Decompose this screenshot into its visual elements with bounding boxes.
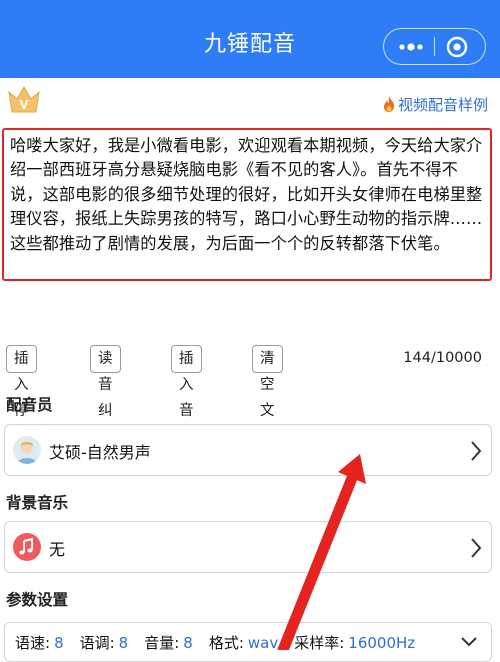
pronunciation-correct-button[interactable]: 读音纠正 [90, 345, 121, 445]
voice-selected-label: 艾硕-自然男声 [49, 443, 151, 462]
param-key: 语速: [15, 634, 51, 652]
music-selector[interactable]: 无 [4, 521, 492, 573]
more-icon[interactable] [393, 35, 429, 59]
param-key: 采样率: [294, 634, 345, 652]
char-counter: 144/10000 [403, 350, 482, 366]
music-note-icon [13, 533, 41, 561]
param-value: 8 [54, 634, 64, 652]
vip-crown-icon[interactable]: V [6, 82, 42, 116]
voice-section-title: 配音员 [6, 396, 53, 414]
music-section-title: 背景音乐 [6, 494, 69, 512]
clear-text-button[interactable]: 清空文本 [252, 345, 283, 445]
chevron-right-icon [471, 538, 482, 558]
voice-avatar [13, 436, 41, 464]
param-value: 8 [118, 634, 129, 652]
music-selected-label: 无 [49, 540, 66, 559]
param-key: 音量: [144, 634, 180, 652]
insert-pause-button[interactable]: 插入停顿 [6, 345, 37, 445]
svg-text:V: V [20, 97, 29, 112]
script-textarea[interactable]: 哈喽大家好，我是小微看电影，欢迎观看本期视频，今天给大家介绍一部西班牙高分悬疑烧… [2, 128, 492, 281]
capsule-divider [434, 37, 435, 56]
param-value: wav [247, 634, 279, 652]
video-example-label: 视频配音样例 [397, 96, 488, 114]
voice-selector[interactable]: 艾硕-自然男声 [4, 424, 492, 476]
chevron-down-icon [461, 637, 477, 647]
person-icon [17, 442, 37, 464]
title-bar: 九锤配音 [0, 0, 500, 78]
param-key: 格式: [208, 634, 244, 652]
insert-sound-effect-button[interactable]: 插入音效 [171, 345, 202, 445]
param-value: 16000Hz [348, 634, 416, 652]
param-key: 语调: [79, 634, 115, 652]
video-example-link[interactable]: 视频配音样例 [381, 94, 488, 115]
close-target-icon[interactable] [444, 34, 470, 60]
fire-icon [383, 96, 394, 112]
params-selector[interactable]: 语速: 8 语调: 8 音量: 8 格式: wav 采样率: 16000Hz [4, 622, 492, 662]
params-section-title: 参数设置 [6, 591, 69, 609]
param-value: 8 [183, 634, 193, 652]
chevron-right-icon [471, 441, 482, 461]
script-text: 哈喽大家好，我是小微看电影，欢迎观看本期视频，今天给大家介绍一部西班牙高分悬疑烧… [10, 136, 483, 253]
miniprogram-capsule [383, 28, 486, 65]
